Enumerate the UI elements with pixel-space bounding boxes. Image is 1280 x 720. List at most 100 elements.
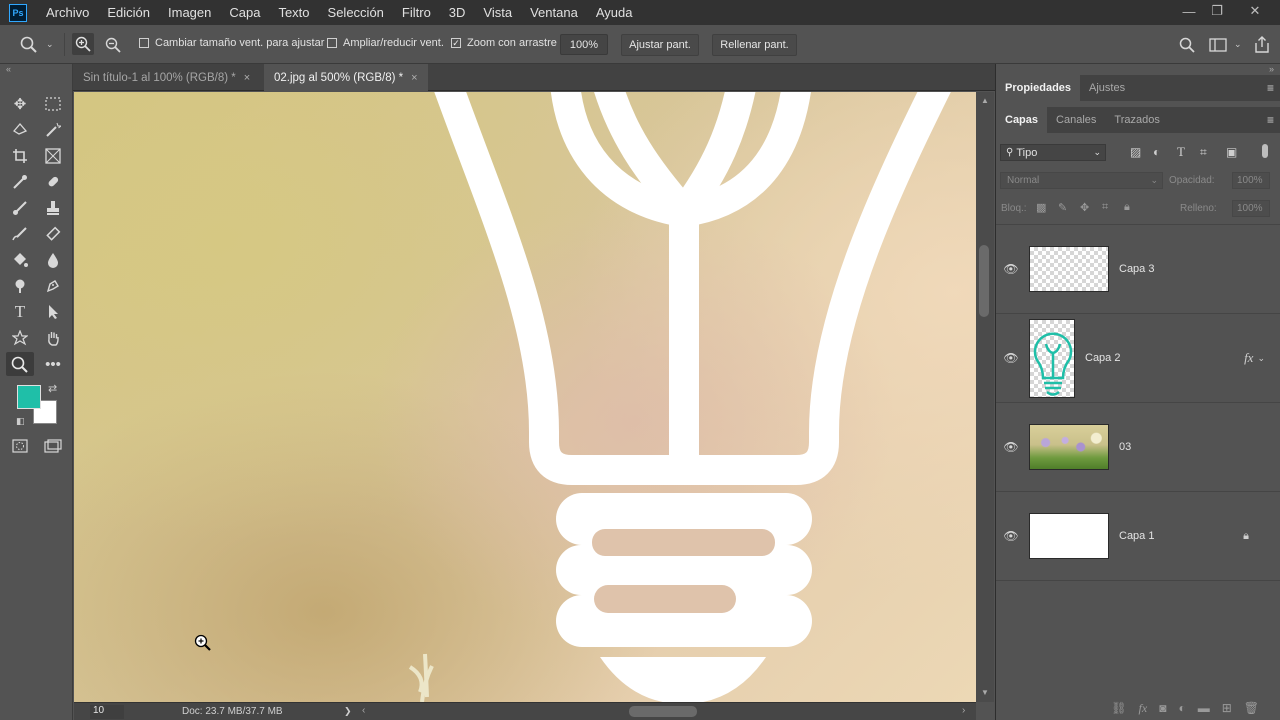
menu-edicion[interactable]: Edición xyxy=(107,5,150,20)
default-colors-icon[interactable]: ◧ xyxy=(16,416,25,427)
workspace-icon[interactable] xyxy=(1209,38,1227,52)
filter-smart-object-icon[interactable]: ▣ xyxy=(1226,145,1237,159)
scrubby-zoom-checkbox[interactable]: ✓ xyxy=(451,38,461,48)
stamp-tool-icon[interactable] xyxy=(41,197,65,219)
lock-pixels-brush-icon[interactable]: ✎ xyxy=(1058,201,1067,214)
close-window-button[interactable]: ✕ xyxy=(1238,0,1272,22)
share-icon[interactable] xyxy=(1254,36,1270,54)
healing-brush-tool-icon[interactable] xyxy=(41,171,65,193)
visibility-eye-icon[interactable]: 👁︎ xyxy=(996,351,1026,365)
restore-button[interactable]: ❐ xyxy=(1200,0,1234,22)
tab-propiedades[interactable]: Propiedades xyxy=(996,75,1081,101)
filter-toggle[interactable] xyxy=(1262,144,1268,158)
layer-row-03[interactable]: 👁︎ 03 xyxy=(996,403,1280,492)
horizontal-scroll-thumb[interactable] xyxy=(629,706,697,717)
panel-menu-icon[interactable]: ≡ xyxy=(1267,81,1274,95)
marquee-tool-icon[interactable] xyxy=(41,93,65,115)
path-selection-tool-icon[interactable] xyxy=(41,301,65,323)
layers-menu-icon[interactable]: ≡ xyxy=(1267,113,1274,127)
tab-ajustes[interactable]: Ajustes xyxy=(1080,75,1134,101)
layer-effects-icon[interactable]: fx xyxy=(1244,350,1253,366)
layer-row-capa-3[interactable]: 👁︎ Capa 3 xyxy=(996,225,1280,314)
paint-bucket-tool-icon[interactable] xyxy=(8,249,32,271)
opacity-input[interactable]: 100% xyxy=(1232,172,1270,189)
visibility-eye-icon[interactable]: 👁︎ xyxy=(996,440,1026,454)
menu-vista[interactable]: Vista xyxy=(483,5,512,20)
status-menu-arrow-icon[interactable]: ❯ xyxy=(344,706,352,717)
menu-3d[interactable]: 3D xyxy=(449,5,466,20)
vertical-scrollbar[interactable] xyxy=(976,92,994,702)
pen-tool-icon[interactable] xyxy=(41,275,65,297)
new-layer-icon[interactable]: ⊞ xyxy=(1222,701,1232,715)
tab-trazados[interactable]: Trazados xyxy=(1105,107,1168,133)
filter-adjustment-icon[interactable]: ◐ xyxy=(1153,145,1160,159)
delete-layer-icon[interactable]: 🗑︎ xyxy=(1244,701,1259,715)
vertical-scroll-thumb[interactable] xyxy=(979,245,989,317)
workspace-chevron-icon[interactable]: ⌄ xyxy=(1234,39,1242,50)
zoom-tool-icon[interactable] xyxy=(20,36,38,54)
link-layers-icon[interactable]: ⛓︎ xyxy=(1111,701,1126,715)
menu-seleccion[interactable]: Selección xyxy=(328,5,384,20)
blend-mode-dropdown[interactable]: Normal ⌄ xyxy=(1000,172,1163,189)
history-brush-tool-icon[interactable] xyxy=(8,223,32,245)
zoom-level-input[interactable]: 10 xyxy=(90,705,124,719)
scrubby-zoom-option[interactable]: ✓ Zoom con arrastre xyxy=(451,37,557,49)
menu-capa[interactable]: Capa xyxy=(229,5,260,20)
eyedropper-tool-icon[interactable] xyxy=(8,171,32,193)
tool-preset-chevron-icon[interactable]: ⌄ xyxy=(46,39,54,50)
fill-screen-button[interactable]: Rellenar pant. xyxy=(712,34,797,56)
resize-windows-checkbox[interactable] xyxy=(139,38,149,48)
more-tools-icon[interactable]: ••• xyxy=(41,353,65,375)
scroll-left-icon[interactable]: ‹ xyxy=(362,705,365,716)
zoom-in-button[interactable] xyxy=(72,33,94,55)
zoom-all-checkbox[interactable] xyxy=(327,38,337,48)
layer-filter-dropdown[interactable]: ⚲ Tipo ⌄ xyxy=(1000,144,1106,161)
screen-mode-icon[interactable] xyxy=(41,435,65,457)
zoom-out-icon[interactable] xyxy=(105,37,121,53)
fit-screen-button[interactable]: Ajustar pant. xyxy=(621,34,699,56)
close-tab-icon[interactable]: × xyxy=(411,72,417,84)
filter-pixel-icon[interactable]: ▨ xyxy=(1130,145,1141,159)
lasso-tool-icon[interactable] xyxy=(8,119,32,141)
swap-colors-icon[interactable]: ⇄ xyxy=(48,382,57,395)
new-adjustment-layer-icon[interactable]: ◐ xyxy=(1178,701,1185,715)
menu-ventana[interactable]: Ventana xyxy=(530,5,578,20)
add-mask-icon[interactable]: ◙ xyxy=(1159,701,1166,715)
crop-tool-icon[interactable] xyxy=(8,145,32,167)
type-tool-icon[interactable]: T xyxy=(8,301,32,323)
close-tab-icon[interactable]: × xyxy=(244,72,250,84)
quick-mask-icon[interactable] xyxy=(8,435,32,457)
menu-archivo[interactable]: Archivo xyxy=(46,5,89,20)
visibility-eye-icon[interactable]: 👁︎ xyxy=(996,529,1026,543)
menu-ayuda[interactable]: Ayuda xyxy=(596,5,633,20)
add-style-icon[interactable]: fx xyxy=(1139,701,1148,716)
eraser-tool-icon[interactable] xyxy=(41,223,65,245)
hand-tool-icon[interactable] xyxy=(41,327,65,349)
scroll-down-icon[interactable]: ▼ xyxy=(981,688,989,697)
photoshop-logo[interactable]: Ps xyxy=(9,3,27,22)
tab-canales[interactable]: Canales xyxy=(1047,107,1105,133)
scroll-up-icon[interactable]: ▲ xyxy=(981,96,989,105)
brush-tool-icon[interactable] xyxy=(8,197,32,219)
effects-chevron-icon[interactable]: ⌄ xyxy=(1257,353,1265,364)
new-group-icon[interactable]: ▬ xyxy=(1198,701,1210,715)
menu-texto[interactable]: Texto xyxy=(278,5,309,20)
expand-panels-icon[interactable]: » xyxy=(1269,64,1274,74)
move-tool-icon[interactable]: ✥ xyxy=(8,93,32,115)
lock-artboard-icon[interactable]: ⌗ xyxy=(1102,201,1108,214)
tab-capas[interactable]: Capas xyxy=(996,107,1048,133)
lock-transparent-icon[interactable]: ▩ xyxy=(1036,201,1046,214)
magic-wand-tool-icon[interactable] xyxy=(41,119,65,141)
scroll-right-icon[interactable]: › xyxy=(962,705,965,716)
tab-sin-titulo[interactable]: Sin título-1 al 100% (RGB/8) * × xyxy=(73,64,260,91)
menu-imagen[interactable]: Imagen xyxy=(168,5,211,20)
blur-tool-icon[interactable] xyxy=(41,249,65,271)
collapse-chevron-icon[interactable]: « xyxy=(6,64,11,74)
menu-filtro[interactable]: Filtro xyxy=(402,5,431,20)
zoom-value-input[interactable]: 100% xyxy=(560,34,608,55)
dodge-tool-icon[interactable] xyxy=(8,275,32,297)
document-canvas[interactable] xyxy=(74,92,976,702)
filter-type-icon[interactable]: T xyxy=(1177,144,1185,160)
zoom-tool-active[interactable] xyxy=(6,352,34,376)
resize-windows-option[interactable]: Cambiar tamaño vent. para ajustar xyxy=(139,37,324,49)
